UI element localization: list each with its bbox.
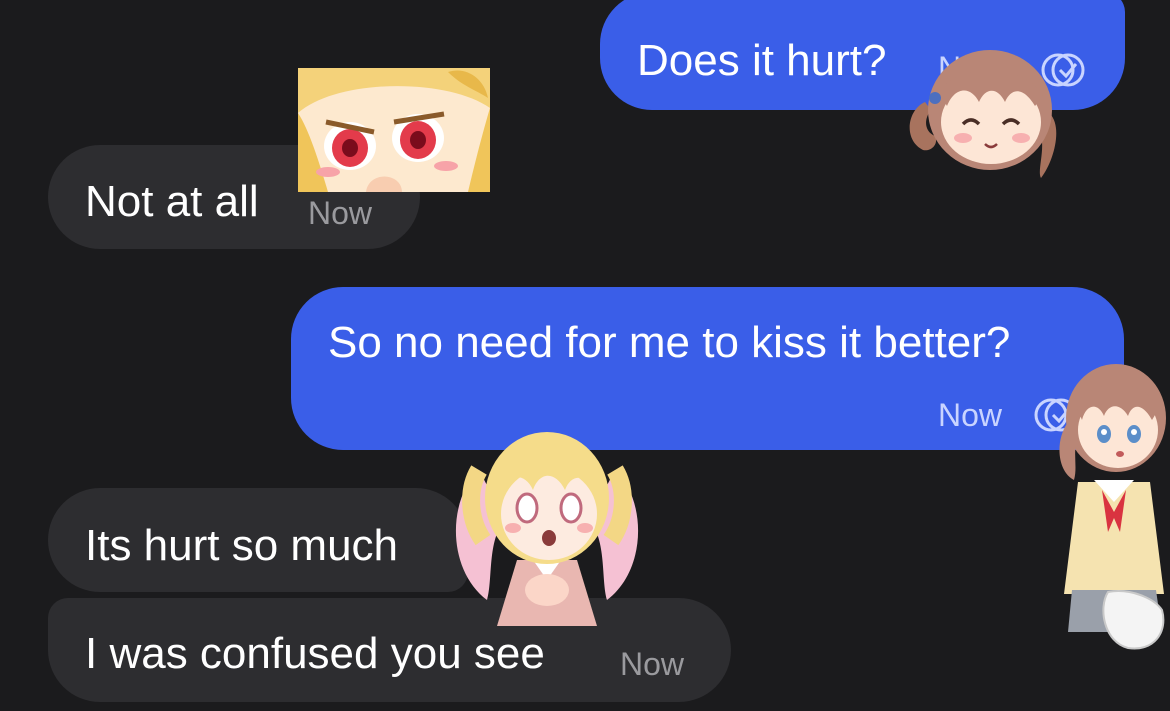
message-timestamp: Now	[308, 195, 373, 231]
anime-girl-blonde-crying-sticker	[455, 432, 639, 626]
message-bubble-outgoing[interactable]: So no need for me to kiss it better? Now	[291, 287, 1124, 450]
chat-thread: Does it hurt? Now Not at all Now So no n…	[0, 0, 1170, 711]
message-text: Not at all	[85, 177, 259, 226]
message-text: Its hurt so much	[85, 521, 399, 570]
message-text: I was confused you see	[85, 629, 545, 678]
message-text: Does it hurt?	[637, 36, 887, 85]
message-bubble-incoming[interactable]: Its hurt so much	[48, 488, 468, 592]
message-text: So no need for me to kiss it better?	[328, 318, 1011, 367]
anime-girl-blonde-smug-sticker	[298, 68, 490, 192]
anime-girl-brown-uniform-sticker	[1059, 364, 1166, 650]
message-timestamp: Now	[938, 397, 1003, 433]
message-timestamp: Now	[620, 646, 685, 682]
anime-girl-brown-smiling-sticker	[909, 50, 1057, 178]
